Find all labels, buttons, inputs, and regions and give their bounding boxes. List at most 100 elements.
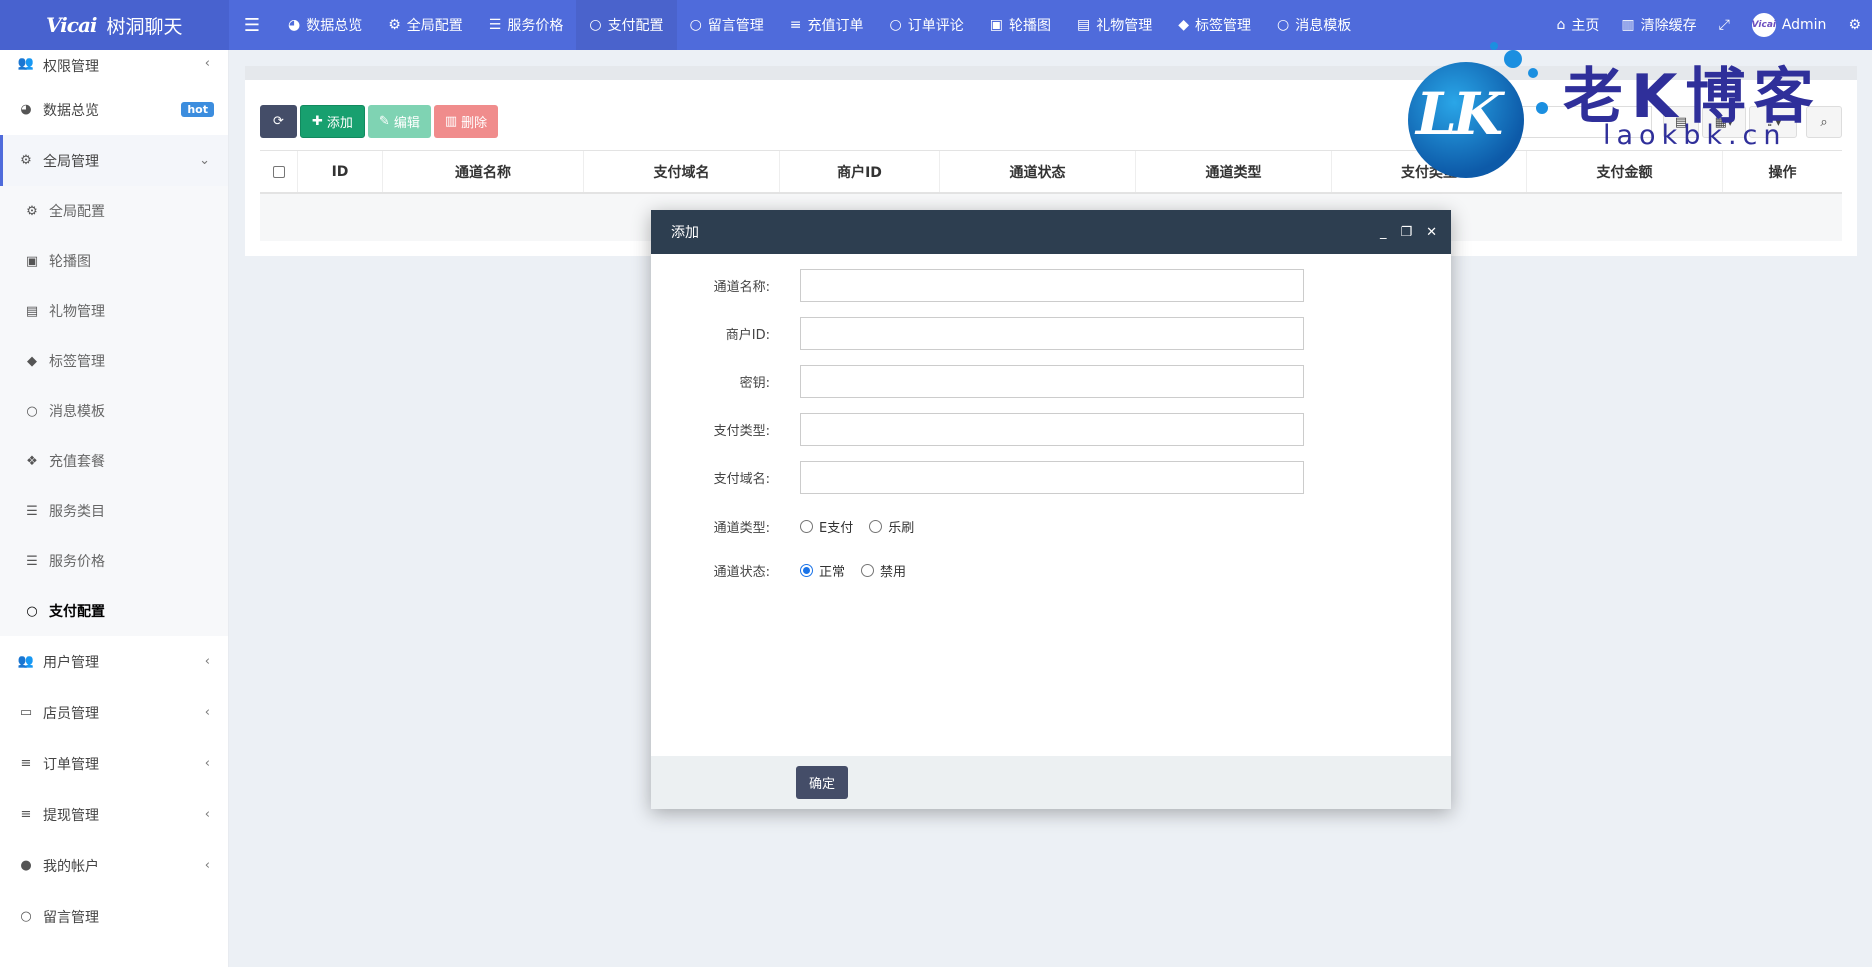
watermark: LK 老K博客 laokbk.cn [1408,40,1848,178]
tab-order-reviews[interactable]: ○ 订单评论 [877,0,977,50]
maximize-icon[interactable]: ❐ [1400,225,1412,240]
plus-icon: ✚ [312,114,323,129]
chevron-left-icon: ‹ [204,858,210,873]
tab-payment-config[interactable]: ○ 支付配置 [576,0,677,50]
chevron-down-icon: ⌄ [199,153,210,168]
column-header[interactable]: ID [298,151,383,192]
tab-messages[interactable]: ○ 留言管理 [677,0,777,50]
select-all-checkbox-cell[interactable] [260,151,298,192]
sidebar-item-messages[interactable]: ○ 留言管理 [0,891,228,942]
pay-domain-label: 支付域名: [713,472,770,487]
sidebar-item-withdrawals[interactable]: ≡ 提现管理 ‹ [0,789,228,840]
tab-service-price[interactable]: ☰ 服务价格 [476,0,577,50]
column-header[interactable]: 通道名称 [383,151,584,192]
pay-type-input[interactable] [800,413,1304,446]
close-icon[interactable]: ✕ [1426,225,1437,240]
sidebar-item-staff[interactable]: ▭ 店员管理 ‹ [0,687,228,738]
channel-status-radios: 正常 禁用 [800,561,916,580]
hamburger-icon: ☰ [243,14,261,36]
database-icon: ≡ [20,756,32,771]
sidebar-subitem-service-price[interactable]: ☰ 服务价格 [0,536,228,586]
form-row-secret: 密钥: [651,365,1304,398]
users-icon: 👥 [17,654,35,669]
users-icon: 👥 [17,56,35,71]
brand-name: 树洞聊天 [106,15,183,38]
sidebar-item-my-account[interactable]: ● 我的帐户 ‹ [0,840,228,891]
sidebar-toggle-button[interactable]: ☰ [229,0,275,50]
tab-dashboard[interactable]: ◕ 数据总览 [275,0,375,50]
channel-status-label: 通道状态: [713,565,770,580]
form-row-merchant-id: 商户ID: [651,317,1304,350]
dialog-title: 添加 [671,225,699,241]
trash-icon: ▥ [444,114,458,129]
sidebar-subitem-carousel[interactable]: ▣ 轮播图 [0,236,228,286]
delete-button[interactable]: ▥ 删除 [433,105,499,138]
sidebar-subitem-message-templates[interactable]: ○ 消息模板 [0,386,228,436]
sidebar-item-dashboard[interactable]: ◕ 数据总览 hot [0,84,228,135]
tab-gifts[interactable]: ▤ 礼物管理 [1064,0,1165,50]
dashboard-icon: ◕ [20,102,32,117]
dialog-header: 添加 _ ❐ ✕ [651,210,1451,254]
channel-name-label: 通道名称: [713,280,770,295]
pay-domain-input[interactable] [800,461,1304,494]
channel-name-input[interactable] [800,269,1304,302]
column-header[interactable]: 通道类型 [1136,151,1332,192]
minimize-icon[interactable]: _ [1380,225,1387,240]
merchant-id-input[interactable] [800,317,1304,350]
expand-icon: ⤢ [1718,17,1730,33]
watermark-dot [1528,68,1538,78]
form-row-channel-status: 通道状态: 正常 禁用 [651,554,916,587]
circle-icon: ○ [889,17,902,33]
sidebar: 👥 权限管理 ‹ ◕ 数据总览 hot ⚙ 全局管理 ⌄ ⚙ 全局配置 ▣ 轮播图 ▤ 礼物管理 … [0,50,229,967]
database-icon: ≡ [20,807,32,822]
channel-status-radio-disabled[interactable] [861,564,875,577]
hot-badge: hot [181,102,214,117]
tab-recharge-orders[interactable]: ≡ 充值订单 [777,0,877,50]
sidebar-subitem-global-config[interactable]: ⚙ 全局配置 [0,186,228,236]
pay-type-label: 支付类型: [713,424,770,439]
sidebar-item-permissions[interactable]: 👥 权限管理 ‹ [0,50,228,84]
table-toolbar: ⟳ ✚ 添加 ✎ 编辑 ▥ 删除 [260,105,499,138]
confirm-button[interactable]: 确定 [796,766,848,799]
sidebar-subitem-recharge-packages[interactable]: ❖ 充值套餐 [0,436,228,486]
image-icon: ▣ [25,253,39,269]
sidebar-subitem-gifts[interactable]: ▤ 礼物管理 [0,286,228,336]
sidebar-subitem-payment-config[interactable]: ○ 支付配置 [0,586,228,636]
channel-status-radio-normal[interactable] [800,564,813,577]
cogs-icon: ⚙ [1848,17,1861,33]
column-header[interactable]: 商户ID [780,151,940,192]
refresh-icon: ⟳ [273,114,284,129]
avatar: Vicai [1752,13,1776,37]
column-header[interactable]: 支付域名 [584,151,780,192]
secret-input[interactable] [800,365,1304,398]
brand[interactable]: Vicai 树洞聊天 [0,0,229,50]
column-header[interactable]: 通道状态 [940,151,1136,192]
tab-message-templates[interactable]: ○ 消息模板 [1264,0,1364,50]
dashboard-icon: ◕ [288,17,301,33]
tab-global-config[interactable]: ⚙ 全局配置 [375,0,476,50]
edit-button[interactable]: ✎ 编辑 [367,105,431,138]
dialog-controls: _ ❐ ✕ [1380,225,1451,240]
tab-carousel[interactable]: ▣ 轮播图 [977,0,1064,50]
list-icon: ☰ [488,17,502,33]
channel-type-label: 通道类型: [713,521,770,536]
channel-type-radio-leshua[interactable] [869,520,883,533]
top-nav-tabs: ◕ 数据总览 ⚙ 全局配置 ☰ 服务价格 ○ 支付配置 ○ 留言管理 ≡ 充值订单 ○ 订单评… [275,0,1364,50]
select-all-checkbox[interactable] [272,165,285,178]
pencil-icon: ✎ [378,114,390,129]
sidebar-subitem-service-categories[interactable]: ☰ 服务类目 [0,486,228,536]
id-card-icon: ▭ [19,705,33,720]
sidebar-item-orders[interactable]: ≡ 订单管理 ‹ [0,738,228,789]
list-icon: ☰ [26,553,38,569]
sidebar-subitem-tags[interactable]: ◆ 标签管理 [0,336,228,386]
circle-icon: ○ [589,17,602,33]
add-button[interactable]: ✚ 添加 [300,105,365,138]
watermark-logo-text: LK [1416,80,1503,148]
channel-type-radio-epay[interactable] [800,520,813,533]
tab-tags[interactable]: ◆ 标签管理 [1165,0,1264,50]
form-row-channel-name: 通道名称: [651,269,1304,302]
sidebar-item-users[interactable]: 👥 用户管理 ‹ [0,636,228,687]
refresh-button[interactable]: ⟳ [260,105,297,138]
sidebar-item-global[interactable]: ⚙ 全局管理 ⌄ [0,135,228,186]
gear-icon: ⚙ [26,203,38,219]
